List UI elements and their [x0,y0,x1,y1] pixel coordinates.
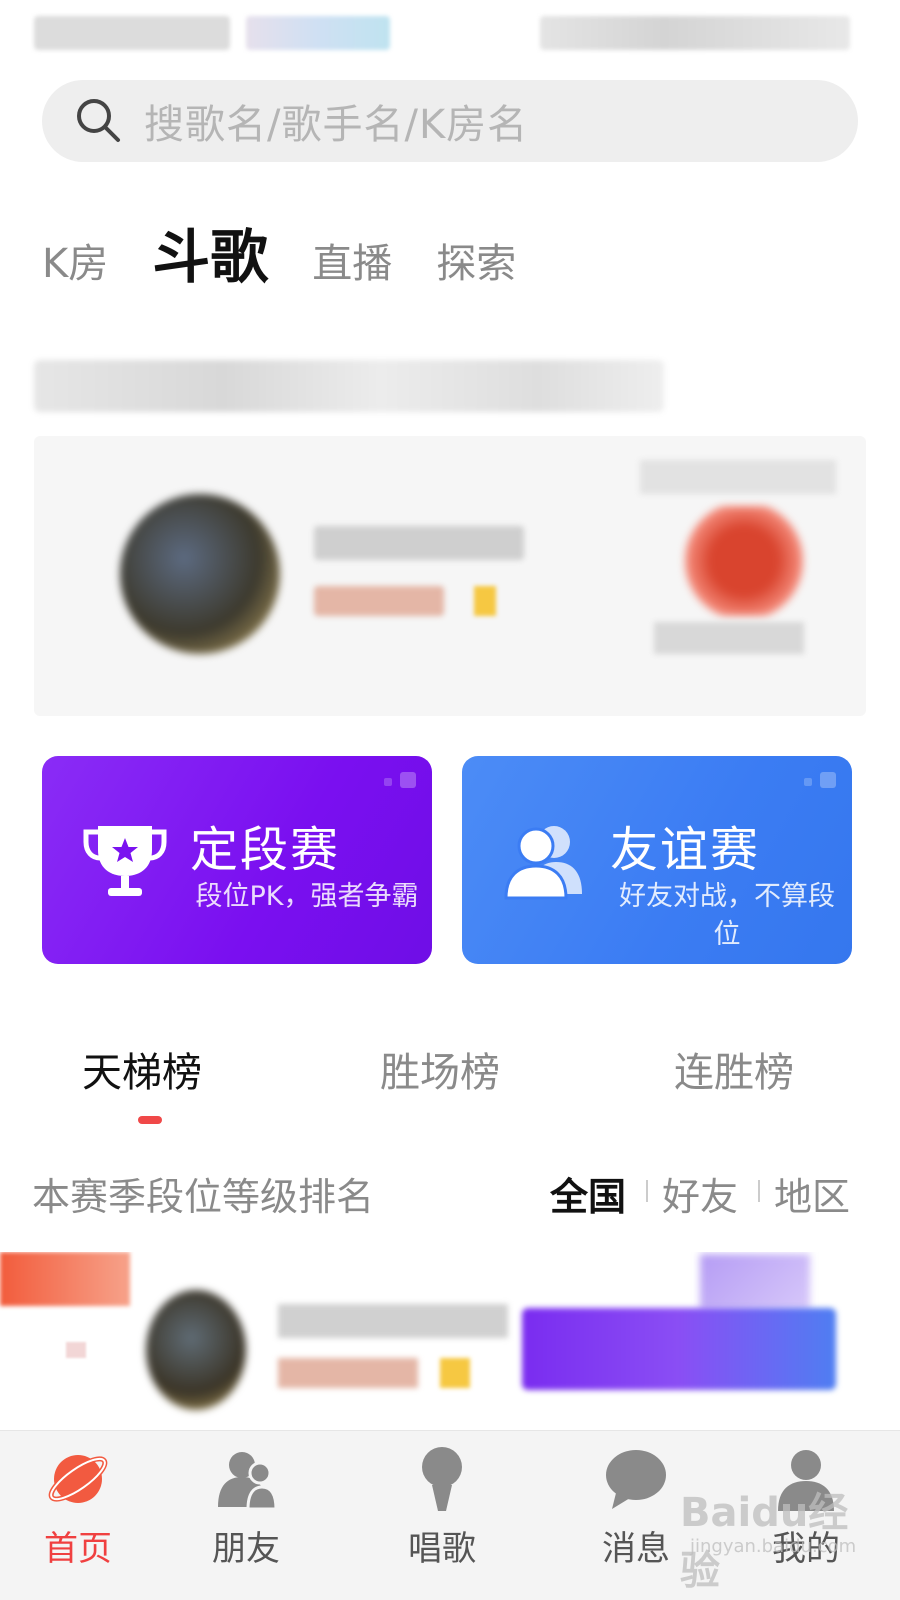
rank-number-blurred [66,1342,86,1358]
decoration [400,772,416,788]
status-bar [0,0,900,70]
ranked-match-card[interactable]: 定段赛 段位PK，强者争霸 [42,756,432,964]
tier-badge-icon [684,506,804,616]
avatar [120,494,280,654]
nav-sing[interactable]: 唱歌 [372,1431,512,1600]
season-info-blurred [34,360,664,412]
tier-label-blurred [654,622,804,654]
friendly-match-subtitle: 好友对战，不算段位 [619,881,835,950]
chat-icon [606,1450,666,1509]
search-bar[interactable]: 搜歌名/歌手名/K房名 [42,80,858,162]
rank-tag-blurred [0,1252,130,1306]
nav-sing-label: 唱歌 [408,1529,476,1569]
trophy-icon [83,826,167,896]
username-blurred [314,526,524,560]
ranked-match-title: 定段赛 [190,822,341,878]
friendly-match-title: 友谊赛 [610,822,761,878]
filter-national[interactable]: 全国 [550,1166,626,1221]
level-badge-blurred [314,586,444,616]
my-rank-card[interactable] [34,436,866,716]
friends-icon [218,1452,278,1511]
decoration [804,778,812,786]
planet-icon [48,1455,108,1503]
leaderboard-tabs: 天梯榜 胜场榜 连胜榜 [0,1040,900,1130]
avatar [146,1290,246,1410]
leaderboard-filter: 本赛季段位等级排名 全国 好友 地区 [0,1166,900,1226]
filter-description: 本赛季段位等级排名 [32,1175,375,1219]
tab-ladder[interactable]: 天梯榜 [82,1040,202,1098]
divider [646,1180,648,1202]
nav-home-label: 首页 [44,1529,112,1569]
star-icon [440,1358,470,1388]
username-blurred [278,1304,508,1338]
active-tab-indicator [138,1116,162,1124]
search-icon [77,99,120,142]
tab-dou-ge[interactable]: 斗歌 [152,222,268,292]
decoration [384,778,392,786]
status-time-blurred [34,16,230,50]
friendly-match-card[interactable]: 友谊赛 好友对战，不算段位 [462,756,852,964]
tab-k-room[interactable]: K房 [42,236,108,292]
baidu-watermark: Baidu经验 jingyan.baidu.com [680,1480,880,1594]
tier-badge-blurred [522,1308,836,1390]
watermark-url: jingyan.baidu.com [690,1536,857,1557]
status-icons-blurred [246,16,390,50]
nav-friends[interactable]: 朋友 [176,1431,316,1600]
search-placeholder: 搜歌名/歌手名/K房名 [144,102,529,148]
nav-home[interactable]: 首页 [8,1431,148,1600]
tab-live[interactable]: 直播 [312,236,392,292]
leaderboard-row[interactable] [0,1252,900,1428]
microphone-icon [422,1447,462,1511]
decoration [820,772,836,788]
status-right-blurred [540,16,850,50]
tab-wins[interactable]: 胜场榜 [380,1040,500,1098]
divider [758,1180,760,1202]
filter-region[interactable]: 地区 [774,1166,850,1221]
tab-explore[interactable]: 探索 [436,236,516,292]
season-link-blurred [640,460,836,494]
tab-win-streak[interactable]: 连胜榜 [674,1040,794,1098]
filter-friends[interactable]: 好友 [662,1166,738,1221]
level-badge-blurred [278,1358,418,1388]
tier-crown-blurred [700,1254,810,1310]
users-icon [504,826,582,900]
nav-friends-label: 朋友 [212,1529,280,1569]
ranked-match-subtitle: 段位PK，强者争霸 [195,881,419,912]
top-tabs: K房 斗歌 直播 探索 [42,212,560,292]
star-icon [474,586,496,616]
